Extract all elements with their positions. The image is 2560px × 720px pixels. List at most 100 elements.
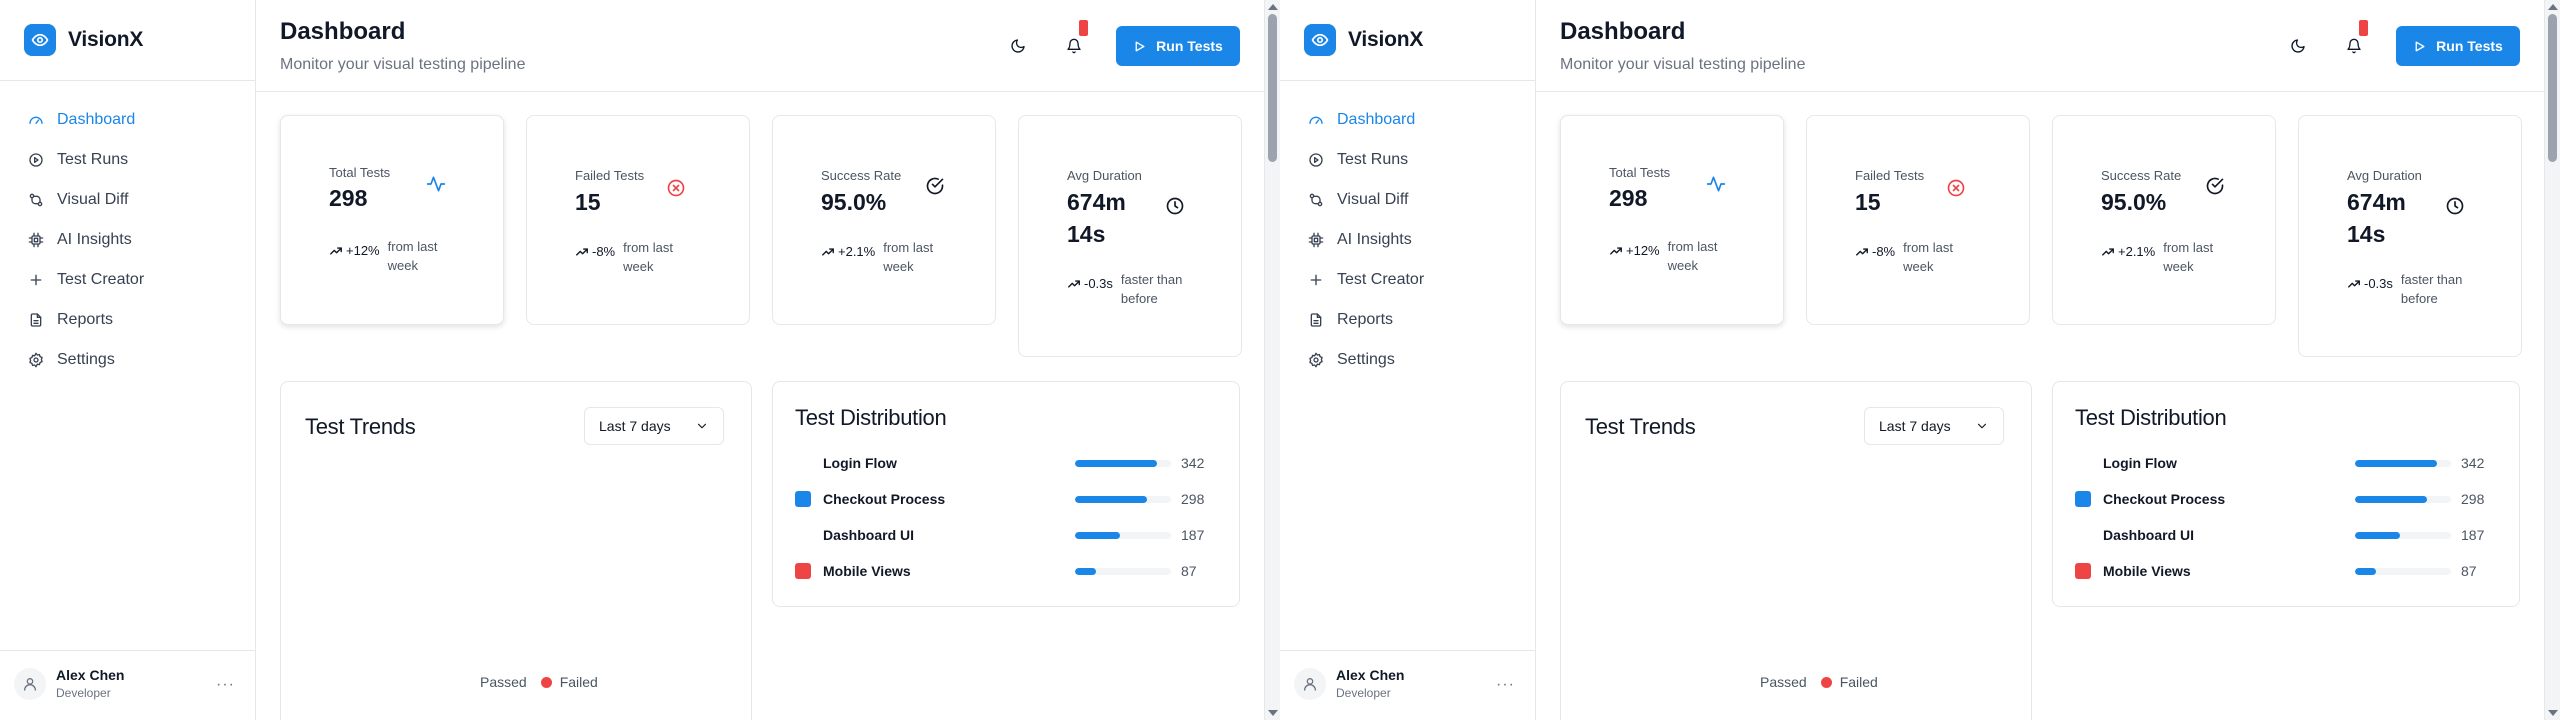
user-profile[interactable]: Alex Chen Developer	[1294, 667, 1404, 700]
user-icon	[1304, 677, 1316, 691]
stat-delta-value: -8%	[1872, 244, 1896, 259]
stat-value: 674m	[2347, 189, 2406, 215]
sidebar-item-label: AI Insights	[57, 231, 132, 248]
stat-label: Failed Tests	[1855, 168, 1925, 183]
trend-up-icon	[2348, 279, 2360, 288]
sidebar-nav: Dashboard Test Runs Visual Diff AI Insig…	[1296, 100, 1520, 380]
test-trends-panel: Test Trends Last 7 days Passed Failed	[280, 381, 752, 720]
page-subtitle: Monitor your visual testing pipeline	[280, 56, 526, 73]
stat-card-success-rate[interactable]: Success Rate 95.0% +2.1% from last week	[772, 115, 996, 325]
sidebar-item-test-creator[interactable]: Test Creator	[16, 260, 240, 300]
user-profile[interactable]: Alex Chen Developer	[14, 667, 124, 700]
sidebar-item-ai-insights[interactable]: AI Insights	[16, 220, 240, 260]
run-tests-label: Run Tests	[2436, 38, 2503, 54]
theme-toggle-button[interactable]	[2280, 28, 2316, 64]
sidebar-item-label: Dashboard	[1337, 111, 1416, 128]
legend-swatch	[1741, 676, 1752, 688]
scroll-down-arrow[interactable]	[2548, 710, 2558, 716]
run-tests-button[interactable]: Run Tests	[1116, 26, 1240, 66]
stat-footer: -8% from last week	[575, 238, 693, 276]
stat-card-total-tests[interactable]: Total Tests 298 +12% from last week	[280, 115, 504, 325]
distribution-bar-fill	[2355, 460, 2438, 467]
distribution-name: Login Flow	[2103, 455, 2177, 471]
page-header: Dashboard Monitor your visual testing pi…	[1536, 0, 2544, 92]
sidebar-item-dashboard[interactable]: Dashboard	[16, 100, 240, 140]
brand[interactable]: VisionX	[24, 24, 143, 56]
sidebar-item-test-runs[interactable]: Test Runs	[16, 140, 240, 180]
panel-title: Test Distribution	[795, 405, 947, 430]
distribution-name: Login Flow	[823, 455, 897, 471]
page-subtitle: Monitor your visual testing pipeline	[1560, 56, 1806, 73]
moon-icon	[2291, 39, 2305, 53]
distribution-value: 342	[2461, 455, 2485, 471]
sidebar-item-test-runs[interactable]: Test Runs	[1296, 140, 1520, 180]
scroll-thumb[interactable]	[1268, 14, 1277, 162]
legend-item-failed[interactable]: Failed	[1820, 674, 1878, 690]
date-range-select[interactable]: Last 7 days	[584, 407, 724, 445]
distribution-swatch	[2075, 563, 2091, 579]
user-menu-button[interactable]: ···	[1496, 676, 1515, 694]
sidebar-item-ai-insights[interactable]: AI Insights	[1296, 220, 1520, 260]
trend-up-icon	[2102, 247, 2114, 256]
moon-icon	[1011, 39, 1025, 53]
scroll-down-arrow[interactable]	[1268, 710, 1278, 716]
stat-card-failed-tests[interactable]: Failed Tests 15 -8% from last week	[526, 115, 750, 325]
theme-toggle-button[interactable]	[1000, 28, 1036, 64]
run-tests-button[interactable]: Run Tests	[2396, 26, 2520, 66]
sidebar-item-test-creator[interactable]: Test Creator	[1296, 260, 1520, 300]
sidebar-item-visual-diff[interactable]: Visual Diff	[16, 180, 240, 220]
scrollbar[interactable]	[1264, 0, 1280, 720]
legend-swatch	[540, 676, 552, 688]
distribution-bar-track	[1075, 532, 1171, 539]
stat-label: Total Tests	[329, 165, 391, 180]
legend-item-passed[interactable]: Passed	[461, 674, 527, 690]
scroll-up-arrow[interactable]	[2548, 4, 2558, 10]
sidebar-item-settings[interactable]: Settings	[16, 340, 240, 380]
file-icon	[1308, 312, 1324, 328]
page-title: Dashboard	[280, 18, 406, 45]
sidebar: VisionX Dashboard Test Runs Visual Diff …	[0, 0, 256, 720]
sidebar-item-reports[interactable]: Reports	[16, 300, 240, 340]
test-distribution-panel: Test Distribution Login Flow 342 Checkou…	[2052, 381, 2520, 607]
stat-delta: -8%	[575, 244, 615, 259]
date-range-select[interactable]: Last 7 days	[1864, 407, 2004, 445]
user-menu-button[interactable]: ···	[216, 676, 235, 694]
distribution-value: 298	[1181, 491, 1205, 507]
scroll-thumb[interactable]	[2548, 14, 2557, 162]
panel-title: Test Distribution	[2075, 405, 2227, 430]
legend-item-failed[interactable]: Failed	[540, 674, 598, 690]
stat-label: Avg Duration	[2347, 168, 2422, 183]
stat-delta-value: +2.1%	[838, 244, 876, 259]
distribution-bar-track	[2355, 496, 2451, 503]
scroll-up-arrow[interactable]	[1268, 4, 1278, 10]
stat-label: Success Rate	[2101, 168, 2182, 183]
brand-divider	[0, 80, 256, 81]
stat-card-avg-duration[interactable]: Avg Duration 674m 14s -0.3s faster than …	[1018, 115, 1242, 357]
test-distribution-panel: Test Distribution Login Flow 342 Checkou…	[772, 381, 1240, 607]
stat-delta-note: from last week	[2163, 240, 2214, 274]
trend-up-icon	[576, 247, 588, 256]
stat-value: 95.0%	[821, 189, 887, 215]
sidebar-item-visual-diff[interactable]: Visual Diff	[1296, 180, 1520, 220]
legend-item-passed[interactable]: Passed	[1741, 674, 1807, 690]
sidebar-item-reports[interactable]: Reports	[1296, 300, 1520, 340]
activity-icon	[1704, 172, 1728, 196]
stat-delta-note: faster than before	[2400, 272, 2463, 306]
distribution-bar-fill	[1075, 568, 1096, 575]
brand[interactable]: VisionX	[1304, 24, 1423, 56]
stat-card-avg-duration[interactable]: Avg Duration 674m 14s -0.3s faster than …	[2298, 115, 2522, 357]
user-name: Alex Chen	[56, 667, 125, 683]
stat-card-failed-tests[interactable]: Failed Tests 15 -8% from last week	[1806, 115, 2030, 325]
stat-label: Avg Duration	[1067, 168, 1142, 183]
stat-card-success-rate[interactable]: Success Rate 95.0% +2.1% from last week	[2052, 115, 2276, 325]
distribution-bar-fill	[2355, 568, 2376, 575]
sidebar-item-label: Settings	[57, 351, 115, 368]
scrollbar[interactable]	[2544, 0, 2560, 720]
notifications-button[interactable]	[1056, 20, 1092, 64]
distribution-bar-track	[1075, 460, 1171, 467]
notifications-button[interactable]	[2336, 20, 2372, 64]
stat-card-total-tests[interactable]: Total Tests 298 +12% from last week	[1560, 115, 1784, 325]
sidebar-item-dashboard[interactable]: Dashboard	[1296, 100, 1520, 140]
dashboard-view-right: VisionX Dashboard Test Runs Visual Diff …	[1280, 0, 2560, 720]
sidebar-item-settings[interactable]: Settings	[1296, 340, 1520, 380]
